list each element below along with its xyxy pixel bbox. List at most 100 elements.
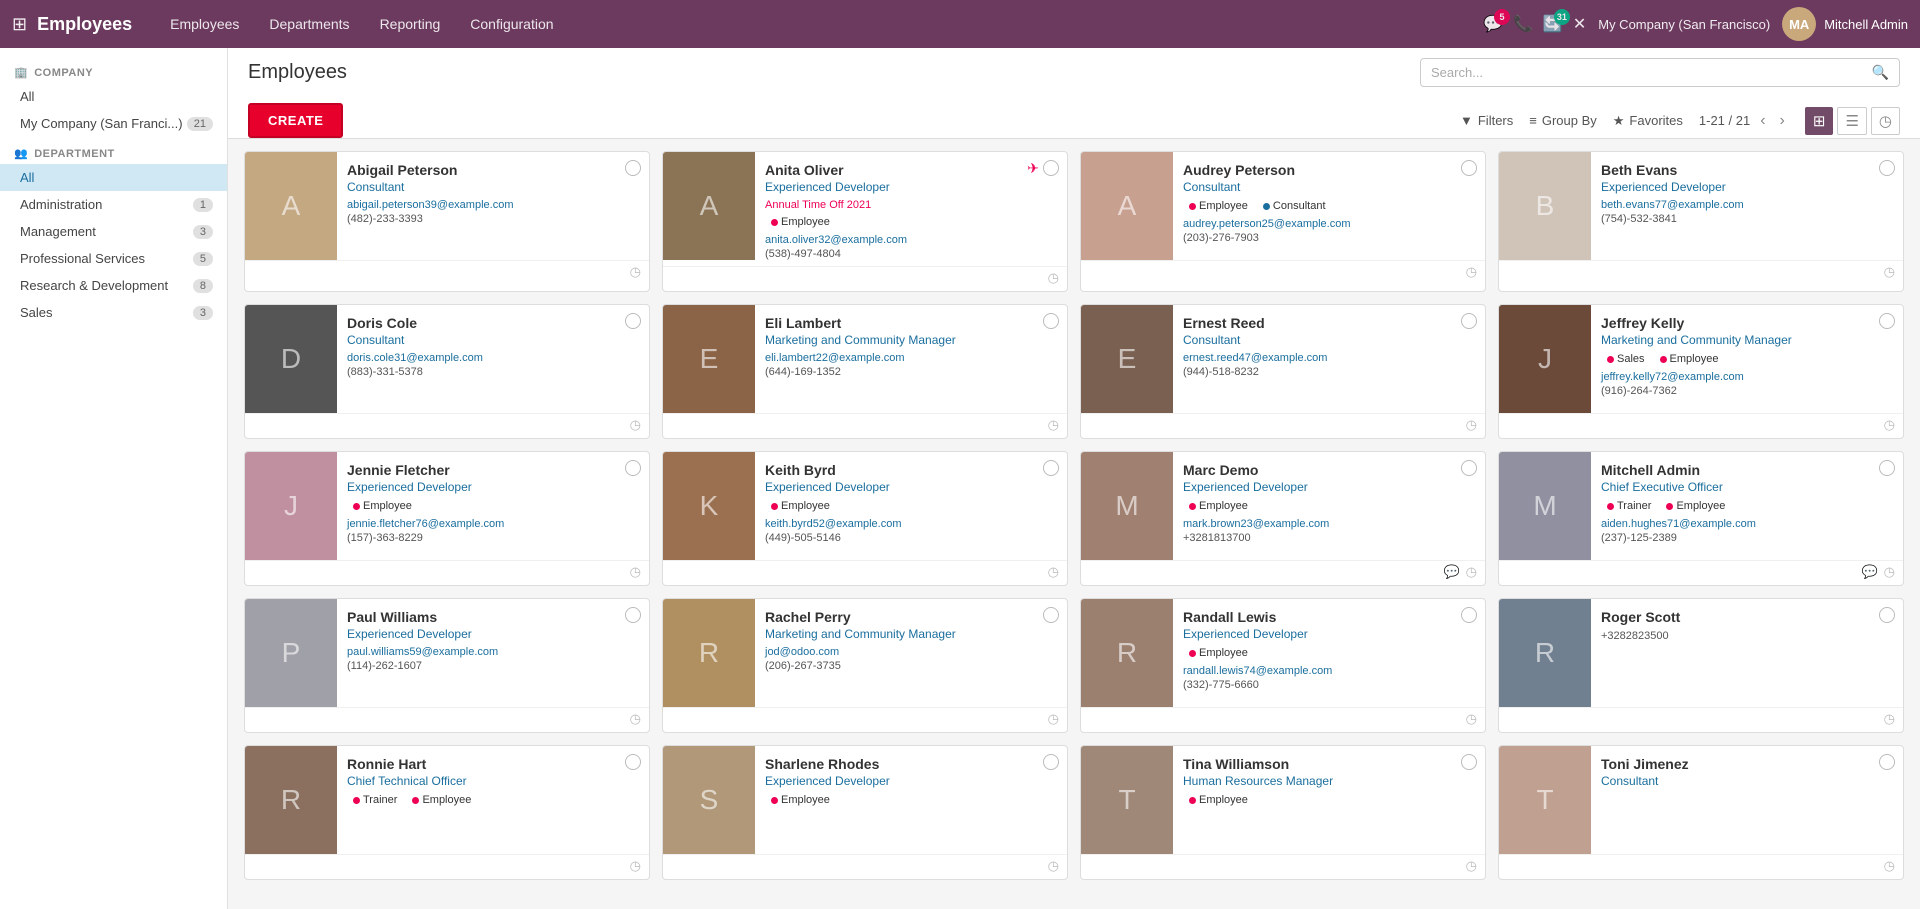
nav-reporting[interactable]: Reporting bbox=[366, 8, 455, 40]
employee-card[interactable]: R Ronnie Hart Chief Technical Officer Tr… bbox=[244, 745, 650, 880]
employee-card[interactable]: K Keith Byrd Experienced Developer Emplo… bbox=[662, 451, 1068, 586]
activity-clock-icon[interactable]: ◷ bbox=[1466, 264, 1477, 280]
employee-card[interactable]: E Ernest Reed Consultant ernest.reed47@e… bbox=[1080, 304, 1486, 439]
employee-card[interactable]: J Jennie Fletcher Experienced Developer … bbox=[244, 451, 650, 586]
emp-checkbox[interactable] bbox=[625, 754, 641, 770]
filters-button[interactable]: ▼ Filters bbox=[1460, 113, 1513, 128]
emp-checkbox[interactable] bbox=[1043, 313, 1059, 329]
activity-clock-icon[interactable]: ◷ bbox=[1884, 564, 1895, 580]
sidebar-item-all-dept[interactable]: All bbox=[0, 164, 227, 191]
employee-card[interactable]: S Sharlene Rhodes Experienced Developer … bbox=[662, 745, 1068, 880]
search-bar[interactable]: 🔍 bbox=[1420, 58, 1900, 87]
emp-checkbox[interactable] bbox=[1879, 160, 1895, 176]
employee-card[interactable]: J Jeffrey Kelly Marketing and Community … bbox=[1498, 304, 1904, 439]
activity-clock-icon[interactable]: ◷ bbox=[1048, 564, 1059, 580]
emp-checkbox[interactable] bbox=[1461, 313, 1477, 329]
sidebar-item-sales[interactable]: Sales 3 bbox=[0, 299, 227, 326]
emp-checkbox[interactable] bbox=[1879, 607, 1895, 623]
next-page-button[interactable]: › bbox=[1776, 110, 1789, 132]
groupby-button[interactable]: ≡ Group By bbox=[1529, 113, 1597, 128]
emp-checkbox[interactable] bbox=[1461, 160, 1477, 176]
emp-checkbox[interactable] bbox=[625, 607, 641, 623]
activity-icon-btn[interactable]: 🔄 31 bbox=[1543, 14, 1563, 34]
emp-card-inner: A Anita Oliver Experienced Developer Ann… bbox=[663, 152, 1067, 266]
nav-configuration[interactable]: Configuration bbox=[456, 8, 567, 40]
sidebar-item-professional-services[interactable]: Professional Services 5 bbox=[0, 245, 227, 272]
emp-checkbox[interactable] bbox=[1879, 313, 1895, 329]
nav-departments[interactable]: Departments bbox=[255, 8, 363, 40]
employee-card[interactable]: R Roger Scott +3282823500 ◷ bbox=[1498, 598, 1904, 733]
activity-clock-icon[interactable]: ◷ bbox=[1048, 270, 1059, 286]
emp-photo: J bbox=[1499, 305, 1591, 413]
sidebar-item-research-development[interactable]: Research & Development 8 bbox=[0, 272, 227, 299]
activity-clock-icon[interactable]: ◷ bbox=[1884, 264, 1895, 280]
employee-card[interactable]: M Marc Demo Experienced Developer Employ… bbox=[1080, 451, 1486, 586]
create-button[interactable]: CREATE bbox=[248, 103, 343, 138]
emp-name: Paul Williams bbox=[347, 609, 639, 625]
employee-card[interactable]: T Tina Williamson Human Resources Manage… bbox=[1080, 745, 1486, 880]
employee-card[interactable]: E Eli Lambert Marketing and Community Ma… bbox=[662, 304, 1068, 439]
close-icon-btn[interactable]: ✕ bbox=[1573, 14, 1586, 34]
emp-checkbox[interactable] bbox=[1043, 160, 1059, 176]
favorites-button[interactable]: ★ Favorites bbox=[1613, 113, 1683, 129]
activity-clock-icon[interactable]: ◷ bbox=[1884, 711, 1895, 727]
sidebar-item-my-company[interactable]: My Company (San Franci...) 21 bbox=[0, 110, 227, 137]
emp-checkbox[interactable] bbox=[625, 460, 641, 476]
activity-clock-icon[interactable]: ◷ bbox=[1048, 417, 1059, 433]
emp-name: Doris Cole bbox=[347, 315, 639, 331]
activity-clock-icon[interactable]: ◷ bbox=[1466, 858, 1477, 874]
sidebar-item-administration[interactable]: Administration 1 bbox=[0, 191, 227, 218]
activity-clock-icon[interactable]: ◷ bbox=[1466, 417, 1477, 433]
emp-checkbox[interactable] bbox=[1043, 460, 1059, 476]
emp-checkbox[interactable] bbox=[625, 160, 641, 176]
emp-name: Ernest Reed bbox=[1183, 315, 1475, 331]
activity-clock-icon[interactable]: ◷ bbox=[630, 417, 641, 433]
emp-email: eli.lambert22@example.com bbox=[765, 352, 1057, 364]
phone-icon-btn[interactable]: 📞 bbox=[1513, 14, 1533, 34]
employee-card[interactable]: A Abigail Peterson Consultant abigail.pe… bbox=[244, 151, 650, 292]
grid-icon[interactable]: ⊞ bbox=[12, 14, 27, 35]
user-menu[interactable]: MA Mitchell Admin bbox=[1782, 7, 1908, 41]
nav-employees[interactable]: Employees bbox=[156, 8, 253, 40]
employee-card[interactable]: A Audrey Peterson Consultant EmployeeCon… bbox=[1080, 151, 1486, 292]
list-view-button[interactable]: ☰ bbox=[1837, 107, 1866, 135]
activity-clock-icon[interactable]: ◷ bbox=[1466, 564, 1477, 580]
kanban-view-button[interactable]: ⊞ bbox=[1805, 107, 1834, 135]
employee-card[interactable]: M Mitchell Admin Chief Executive Officer… bbox=[1498, 451, 1904, 586]
activity-clock-icon[interactable]: ◷ bbox=[1884, 858, 1895, 874]
chat-icon[interactable]: 💬 bbox=[1443, 564, 1459, 580]
employee-card[interactable]: A Anita Oliver Experienced Developer Ann… bbox=[662, 151, 1068, 292]
activity-clock-icon[interactable]: ◷ bbox=[630, 711, 641, 727]
activity-clock-icon[interactable]: ◷ bbox=[630, 564, 641, 580]
toolbar-right: ▼ Filters ≡ Group By ★ Favorites 1-21 / … bbox=[1460, 107, 1900, 135]
emp-card-bottom: ◷ bbox=[1081, 854, 1485, 879]
chat-icon-btn[interactable]: 💬 5 bbox=[1483, 14, 1503, 34]
emp-checkbox[interactable] bbox=[1043, 754, 1059, 770]
emp-checkbox[interactable] bbox=[1461, 754, 1477, 770]
activity-clock-icon[interactable]: ◷ bbox=[630, 264, 641, 280]
emp-checkbox[interactable] bbox=[1461, 607, 1477, 623]
activity-clock-icon[interactable]: ◷ bbox=[630, 858, 641, 874]
employee-card[interactable]: D Doris Cole Consultant doris.cole31@exa… bbox=[244, 304, 650, 439]
employee-card[interactable]: R Randall Lewis Experienced Developer Em… bbox=[1080, 598, 1486, 733]
emp-photo-placeholder: R bbox=[1081, 599, 1173, 707]
employee-card[interactable]: P Paul Williams Experienced Developer pa… bbox=[244, 598, 650, 733]
search-input[interactable] bbox=[1431, 65, 1872, 80]
sidebar-item-all-company[interactable]: All bbox=[0, 83, 227, 110]
emp-checkbox[interactable] bbox=[625, 313, 641, 329]
employee-card[interactable]: R Rachel Perry Marketing and Community M… bbox=[662, 598, 1068, 733]
emp-checkbox[interactable] bbox=[1879, 460, 1895, 476]
activity-clock-icon[interactable]: ◷ bbox=[1048, 858, 1059, 874]
employee-card[interactable]: B Beth Evans Experienced Developer beth.… bbox=[1498, 151, 1904, 292]
sidebar-item-management[interactable]: Management 3 bbox=[0, 218, 227, 245]
activity-view-button[interactable]: ◷ bbox=[1871, 107, 1900, 135]
activity-clock-icon[interactable]: ◷ bbox=[1466, 711, 1477, 727]
emp-checkbox[interactable] bbox=[1043, 607, 1059, 623]
activity-clock-icon[interactable]: ◷ bbox=[1048, 711, 1059, 727]
chat-icon[interactable]: 💬 bbox=[1861, 564, 1877, 580]
emp-checkbox[interactable] bbox=[1461, 460, 1477, 476]
employee-card[interactable]: T Toni Jimenez Consultant ◷ bbox=[1498, 745, 1904, 880]
prev-page-button[interactable]: ‹ bbox=[1756, 110, 1769, 132]
emp-checkbox[interactable] bbox=[1879, 754, 1895, 770]
activity-clock-icon[interactable]: ◷ bbox=[1884, 417, 1895, 433]
